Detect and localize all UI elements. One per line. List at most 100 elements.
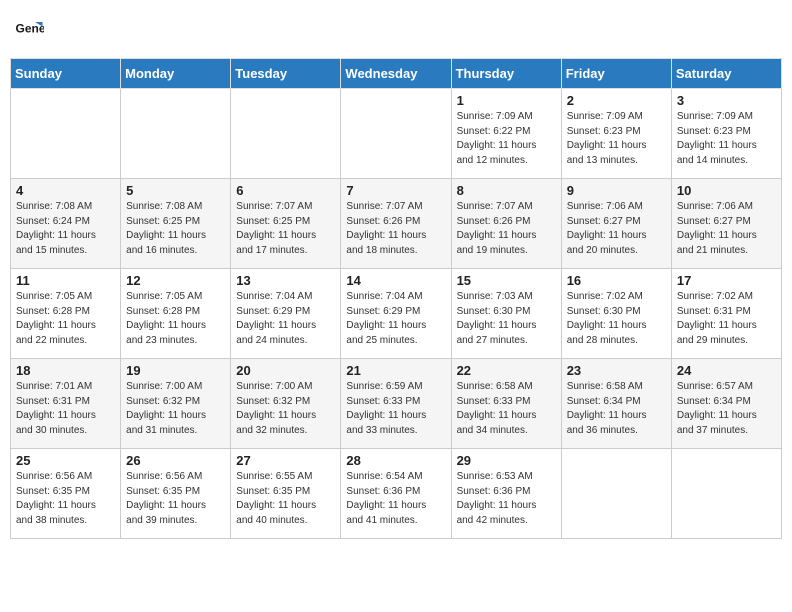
calendar-cell: 7 Sunrise: 7:07 AM Sunset: 6:26 PM Daylig… [341, 179, 451, 269]
day-number: 28 [346, 453, 445, 468]
logo-icon: General [14, 16, 44, 46]
day-info: Sunrise: 7:05 AM Sunset: 6:28 PM Dayligh… [16, 290, 115, 348]
day-info: Sunrise: 6:55 AM Sunset: 6:35 PM Dayligh… [236, 470, 335, 528]
day-info: Sunrise: 7:01 AM Sunset: 6:31 PM Dayligh… [16, 380, 115, 438]
day-info: Sunrise: 7:06 AM Sunset: 6:27 PM Dayligh… [567, 200, 666, 258]
day-info: Sunrise: 6:56 AM Sunset: 6:35 PM Dayligh… [16, 470, 115, 528]
calendar-cell: 20 Sunrise: 7:00 AM Sunset: 6:32 PM Dayli… [231, 359, 341, 449]
col-header-sunday: Sunday [11, 59, 121, 89]
calendar-cell: 9 Sunrise: 7:06 AM Sunset: 6:27 PM Daylig… [561, 179, 671, 269]
calendar-cell: 26 Sunrise: 6:56 AM Sunset: 6:35 PM Dayli… [121, 449, 231, 539]
day-info: Sunrise: 6:59 AM Sunset: 6:33 PM Dayligh… [346, 380, 445, 438]
col-header-monday: Monday [121, 59, 231, 89]
calendar-cell: 14 Sunrise: 7:04 AM Sunset: 6:29 PM Dayli… [341, 269, 451, 359]
day-number: 19 [126, 363, 225, 378]
day-number: 22 [457, 363, 556, 378]
day-info: Sunrise: 7:08 AM Sunset: 6:25 PM Dayligh… [126, 200, 225, 258]
calendar-cell: 21 Sunrise: 6:59 AM Sunset: 6:33 PM Dayli… [341, 359, 451, 449]
logo: General [14, 16, 48, 46]
col-header-tuesday: Tuesday [231, 59, 341, 89]
calendar-cell: 16 Sunrise: 7:02 AM Sunset: 6:30 PM Dayli… [561, 269, 671, 359]
day-number: 12 [126, 273, 225, 288]
day-number: 2 [567, 93, 666, 108]
day-info: Sunrise: 7:07 AM Sunset: 6:25 PM Dayligh… [236, 200, 335, 258]
calendar-cell: 1 Sunrise: 7:09 AM Sunset: 6:22 PM Daylig… [451, 89, 561, 179]
day-info: Sunrise: 7:09 AM Sunset: 6:23 PM Dayligh… [567, 110, 666, 168]
day-info: Sunrise: 7:07 AM Sunset: 6:26 PM Dayligh… [346, 200, 445, 258]
day-number: 26 [126, 453, 225, 468]
col-header-wednesday: Wednesday [341, 59, 451, 89]
day-info: Sunrise: 7:00 AM Sunset: 6:32 PM Dayligh… [236, 380, 335, 438]
day-info: Sunrise: 7:05 AM Sunset: 6:28 PM Dayligh… [126, 290, 225, 348]
calendar-cell: 8 Sunrise: 7:07 AM Sunset: 6:26 PM Daylig… [451, 179, 561, 269]
day-number: 4 [16, 183, 115, 198]
page-header: General [10, 10, 782, 52]
day-info: Sunrise: 7:00 AM Sunset: 6:32 PM Dayligh… [126, 380, 225, 438]
day-info: Sunrise: 7:04 AM Sunset: 6:29 PM Dayligh… [346, 290, 445, 348]
day-number: 9 [567, 183, 666, 198]
calendar-cell: 18 Sunrise: 7:01 AM Sunset: 6:31 PM Dayli… [11, 359, 121, 449]
day-info: Sunrise: 7:08 AM Sunset: 6:24 PM Dayligh… [16, 200, 115, 258]
day-number: 5 [126, 183, 225, 198]
day-number: 8 [457, 183, 556, 198]
day-number: 14 [346, 273, 445, 288]
day-info: Sunrise: 6:57 AM Sunset: 6:34 PM Dayligh… [677, 380, 776, 438]
calendar-cell: 29 Sunrise: 6:53 AM Sunset: 6:36 PM Dayli… [451, 449, 561, 539]
day-number: 1 [457, 93, 556, 108]
calendar-cell [231, 89, 341, 179]
day-number: 7 [346, 183, 445, 198]
calendar-cell: 10 Sunrise: 7:06 AM Sunset: 6:27 PM Dayli… [671, 179, 781, 269]
day-number: 11 [16, 273, 115, 288]
day-number: 21 [346, 363, 445, 378]
day-number: 15 [457, 273, 556, 288]
day-info: Sunrise: 7:06 AM Sunset: 6:27 PM Dayligh… [677, 200, 776, 258]
day-number: 20 [236, 363, 335, 378]
day-info: Sunrise: 7:03 AM Sunset: 6:30 PM Dayligh… [457, 290, 556, 348]
day-number: 16 [567, 273, 666, 288]
day-info: Sunrise: 7:02 AM Sunset: 6:31 PM Dayligh… [677, 290, 776, 348]
calendar-cell: 19 Sunrise: 7:00 AM Sunset: 6:32 PM Dayli… [121, 359, 231, 449]
day-number: 18 [16, 363, 115, 378]
calendar-cell: 22 Sunrise: 6:58 AM Sunset: 6:33 PM Dayli… [451, 359, 561, 449]
col-header-thursday: Thursday [451, 59, 561, 89]
calendar-cell: 3 Sunrise: 7:09 AM Sunset: 6:23 PM Daylig… [671, 89, 781, 179]
day-number: 27 [236, 453, 335, 468]
day-info: Sunrise: 6:54 AM Sunset: 6:36 PM Dayligh… [346, 470, 445, 528]
col-header-saturday: Saturday [671, 59, 781, 89]
day-number: 24 [677, 363, 776, 378]
calendar-cell: 13 Sunrise: 7:04 AM Sunset: 6:29 PM Dayli… [231, 269, 341, 359]
calendar-cell: 17 Sunrise: 7:02 AM Sunset: 6:31 PM Dayli… [671, 269, 781, 359]
day-number: 6 [236, 183, 335, 198]
calendar-cell: 25 Sunrise: 6:56 AM Sunset: 6:35 PM Dayli… [11, 449, 121, 539]
calendar-cell [671, 449, 781, 539]
calendar-cell: 6 Sunrise: 7:07 AM Sunset: 6:25 PM Daylig… [231, 179, 341, 269]
day-number: 23 [567, 363, 666, 378]
col-header-friday: Friday [561, 59, 671, 89]
day-number: 3 [677, 93, 776, 108]
day-info: Sunrise: 6:56 AM Sunset: 6:35 PM Dayligh… [126, 470, 225, 528]
day-number: 10 [677, 183, 776, 198]
calendar-table: SundayMondayTuesdayWednesdayThursdayFrid… [10, 58, 782, 539]
day-info: Sunrise: 7:02 AM Sunset: 6:30 PM Dayligh… [567, 290, 666, 348]
calendar-cell: 24 Sunrise: 6:57 AM Sunset: 6:34 PM Dayli… [671, 359, 781, 449]
day-number: 29 [457, 453, 556, 468]
day-info: Sunrise: 6:53 AM Sunset: 6:36 PM Dayligh… [457, 470, 556, 528]
day-info: Sunrise: 6:58 AM Sunset: 6:33 PM Dayligh… [457, 380, 556, 438]
calendar-cell: 28 Sunrise: 6:54 AM Sunset: 6:36 PM Dayli… [341, 449, 451, 539]
day-info: Sunrise: 7:07 AM Sunset: 6:26 PM Dayligh… [457, 200, 556, 258]
calendar-cell: 15 Sunrise: 7:03 AM Sunset: 6:30 PM Dayli… [451, 269, 561, 359]
calendar-cell [341, 89, 451, 179]
day-number: 25 [16, 453, 115, 468]
day-number: 13 [236, 273, 335, 288]
day-info: Sunrise: 6:58 AM Sunset: 6:34 PM Dayligh… [567, 380, 666, 438]
calendar-cell: 4 Sunrise: 7:08 AM Sunset: 6:24 PM Daylig… [11, 179, 121, 269]
day-info: Sunrise: 7:04 AM Sunset: 6:29 PM Dayligh… [236, 290, 335, 348]
calendar-cell: 2 Sunrise: 7:09 AM Sunset: 6:23 PM Daylig… [561, 89, 671, 179]
day-number: 17 [677, 273, 776, 288]
day-info: Sunrise: 7:09 AM Sunset: 6:23 PM Dayligh… [677, 110, 776, 168]
calendar-cell: 11 Sunrise: 7:05 AM Sunset: 6:28 PM Dayli… [11, 269, 121, 359]
calendar-cell: 27 Sunrise: 6:55 AM Sunset: 6:35 PM Dayli… [231, 449, 341, 539]
day-info: Sunrise: 7:09 AM Sunset: 6:22 PM Dayligh… [457, 110, 556, 168]
calendar-cell: 12 Sunrise: 7:05 AM Sunset: 6:28 PM Dayli… [121, 269, 231, 359]
calendar-cell: 23 Sunrise: 6:58 AM Sunset: 6:34 PM Dayli… [561, 359, 671, 449]
